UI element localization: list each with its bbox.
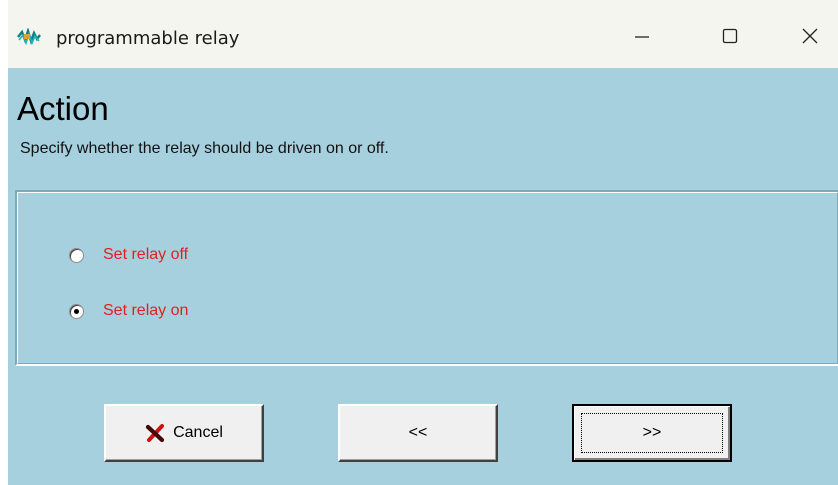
title-bar[interactable]: programmable relay: [8, 0, 838, 68]
next-button[interactable]: >>: [572, 404, 732, 462]
close-icon: [800, 26, 820, 51]
minimize-button[interactable]: [612, 18, 672, 58]
focus-rectangle: [581, 413, 723, 453]
app-window: programmable relay Action Specify whethe…: [8, 0, 838, 485]
radio-set-relay-on[interactable]: [69, 303, 84, 319]
maximize-button[interactable]: [700, 18, 760, 58]
maximize-icon: [720, 26, 740, 51]
options-group: Set relay off Set relay on: [15, 190, 838, 366]
page-subtitle: Specify whether the relay should be driv…: [20, 140, 389, 157]
back-button[interactable]: <<: [338, 404, 498, 462]
cancel-button[interactable]: Cancel: [104, 404, 264, 462]
option-label-set-relay-on[interactable]: Set relay on: [103, 302, 188, 320]
red-x-icon: [145, 423, 165, 443]
cancel-label: Cancel: [173, 424, 223, 441]
minimize-icon: [632, 26, 652, 51]
back-label: <<: [408, 424, 428, 441]
option-set-relay-on[interactable]: Set relay on: [69, 299, 188, 323]
close-button[interactable]: [780, 18, 838, 58]
relay-app-icon: [16, 27, 42, 46]
page-title: Action: [17, 90, 109, 127]
option-set-relay-off[interactable]: Set relay off: [69, 243, 188, 267]
option-label-set-relay-off[interactable]: Set relay off: [103, 246, 188, 264]
radio-set-relay-off[interactable]: [69, 247, 84, 263]
window-title: programmable relay: [56, 28, 240, 49]
options-group-border: [17, 192, 838, 364]
